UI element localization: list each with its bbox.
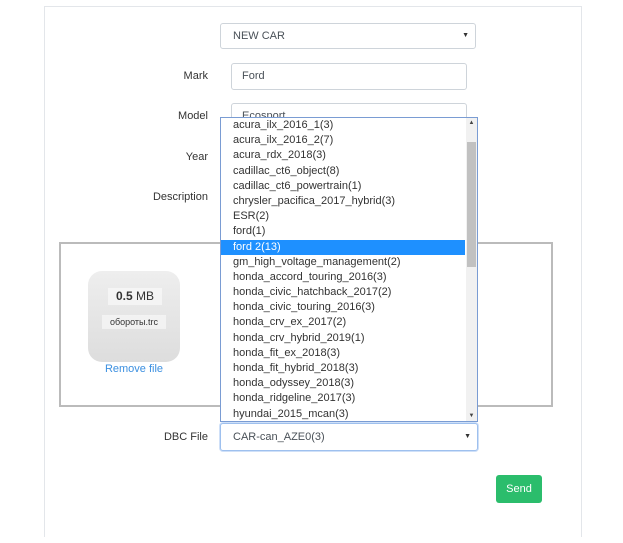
mark-input[interactable]: Ford xyxy=(231,63,467,90)
year-label: Year xyxy=(185,151,208,163)
dropdown-option[interactable]: ford(1) xyxy=(221,224,465,239)
dropdown-option[interactable]: honda_fit_hybrid_2018(3) xyxy=(221,361,465,376)
dropdown-option[interactable]: acura_ilx_2016_2(7) xyxy=(221,133,465,148)
dbc-dropdown-list[interactable]: acura_ilx_2016_1(3) acura_ilx_2016_2(7) ac… xyxy=(220,117,478,422)
description-label: Description xyxy=(152,191,208,203)
dropdown-option[interactable]: honda_civic_touring_2016(3) xyxy=(221,300,465,315)
dropdown-option[interactable]: acura_rdx_2018(3) xyxy=(221,148,465,163)
car-select-value: NEW CAR xyxy=(233,30,285,42)
model-label: Model xyxy=(178,110,208,122)
send-button[interactable]: Send xyxy=(496,475,542,503)
scrollbar-thumb[interactable] xyxy=(467,142,476,267)
dropdown-option[interactable]: honda_crv_hybrid_2019(1) xyxy=(221,331,465,346)
dbc-label: DBC File xyxy=(163,431,208,443)
file-preview: 0.5 MB обороты.trc xyxy=(88,271,180,362)
scroll-up-icon[interactable]: ▲ xyxy=(466,120,477,126)
chevron-down-icon: ▼ xyxy=(462,32,469,39)
car-select[interactable]: NEW CAR ▼ xyxy=(220,23,476,49)
dropdown-option[interactable]: honda_ridgeline_2017(3) xyxy=(221,391,465,406)
chevron-down-icon: ▼ xyxy=(464,433,471,440)
dropdown-option[interactable]: ford 2(13) xyxy=(221,239,465,255)
mark-label: Mark xyxy=(183,70,208,82)
dropdown-option[interactable]: chrysler_pacifica_2017_hybrid(3) xyxy=(221,194,465,209)
scroll-down-icon[interactable]: ▼ xyxy=(466,413,477,419)
dropdown-option[interactable]: honda_crv_ex_2017(2) xyxy=(221,315,465,330)
dropdown-option[interactable]: honda_civic_hatchback_2017(2) xyxy=(221,285,465,300)
dropdown-option[interactable]: ESR(2) xyxy=(221,209,465,224)
dropdown-option[interactable]: cadillac_ct6_powertrain(1) xyxy=(221,179,465,194)
dropdown-option[interactable]: gm_high_voltage_management(2) xyxy=(221,255,465,270)
dropdown-option[interactable]: honda_odyssey_2018(3) xyxy=(221,376,465,391)
scrollbar[interactable]: ▲ ▼ xyxy=(466,118,477,421)
dropdown-option[interactable]: acura_ilx_2016_1(3) xyxy=(221,118,465,133)
remove-file-link[interactable]: Remove file xyxy=(88,363,180,375)
dbc-select[interactable]: CAR-can_AZE0(3) ▼ xyxy=(220,423,478,451)
file-name: обороты.trc xyxy=(102,315,166,329)
dropdown-option[interactable]: honda_fit_ex_2018(3) xyxy=(221,346,465,361)
dropdown-option[interactable]: hyundai_2015_mcan(3) xyxy=(221,407,465,421)
dropdown-option[interactable]: cadillac_ct6_object(8) xyxy=(221,164,465,179)
file-size: 0.5 MB xyxy=(108,288,162,305)
dbc-select-value: CAR-can_AZE0(3) xyxy=(233,431,325,443)
dropdown-option[interactable]: honda_accord_touring_2016(3) xyxy=(221,270,465,285)
